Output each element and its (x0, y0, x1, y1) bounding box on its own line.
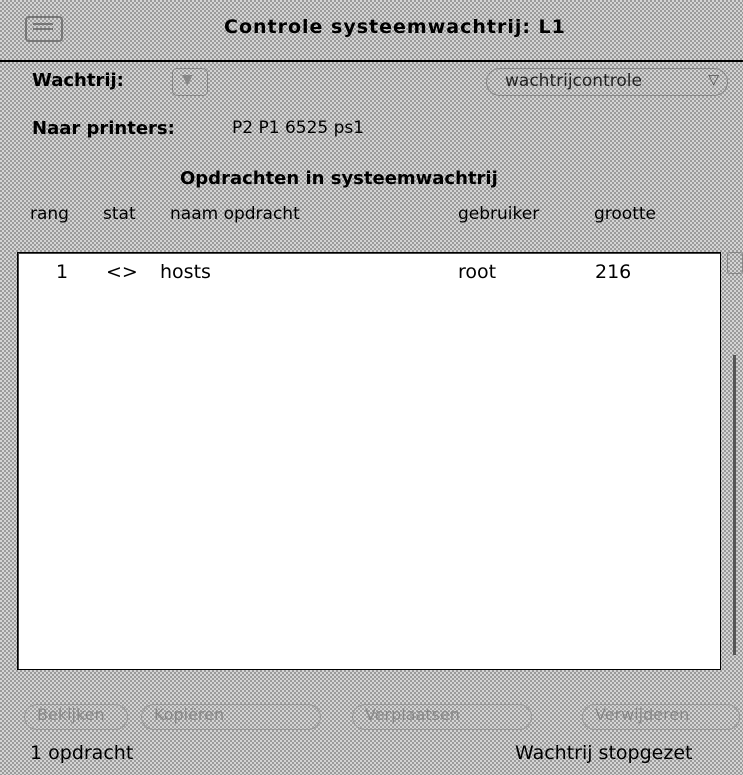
chevron-down-icon: ▼ (182, 72, 193, 88)
title-bar: Controle systeemwachtrij: L1 (0, 0, 743, 62)
queue-label: Wachtrij: (32, 70, 124, 91)
printers-value: P2 P1 6525 ps1 (232, 118, 365, 138)
printers-label: Naar printers: (32, 118, 175, 139)
job-rank: 1 (56, 261, 69, 283)
column-header-name: naam opdracht (170, 204, 300, 224)
queue-state-status: Wachtrij stopgezet (515, 742, 693, 764)
queue-abbrev-menu-button[interactable]: ▼ (172, 68, 208, 96)
scrollbar-track[interactable] (733, 355, 736, 655)
delete-button[interactable]: Verwijderen (582, 704, 740, 730)
jobs-list[interactable]: 1 <> hosts root 216 (17, 252, 721, 670)
scrollbar-arrow[interactable] (727, 252, 743, 274)
column-header-user: gebruiker (458, 204, 540, 224)
window-menu-icon[interactable] (25, 16, 63, 42)
jobs-heading: Opdrachten in systeemwachtrij (180, 168, 498, 189)
job-name: hosts (160, 261, 211, 283)
queue-control-menu-button[interactable]: wachtrijcontrole ▽ (486, 68, 728, 96)
job-count-status: 1 opdracht (30, 742, 134, 764)
window-title: Controle systeemwachtrij: L1 (224, 16, 566, 38)
job-size: 216 (595, 261, 632, 283)
move-button[interactable]: Verplaatsen (352, 704, 532, 730)
queue-control-label: wachtrijcontrole (505, 71, 642, 91)
view-button[interactable]: Bekijken (24, 704, 128, 730)
chevron-down-icon: ▽ (708, 72, 719, 88)
job-user: root (458, 261, 497, 283)
job-status: <> (106, 261, 138, 283)
column-header-size: grootte (594, 204, 656, 224)
column-header-status: stat (103, 204, 136, 224)
copy-button[interactable]: Kopiëren (141, 704, 321, 730)
column-header-rank: rang (30, 204, 69, 224)
